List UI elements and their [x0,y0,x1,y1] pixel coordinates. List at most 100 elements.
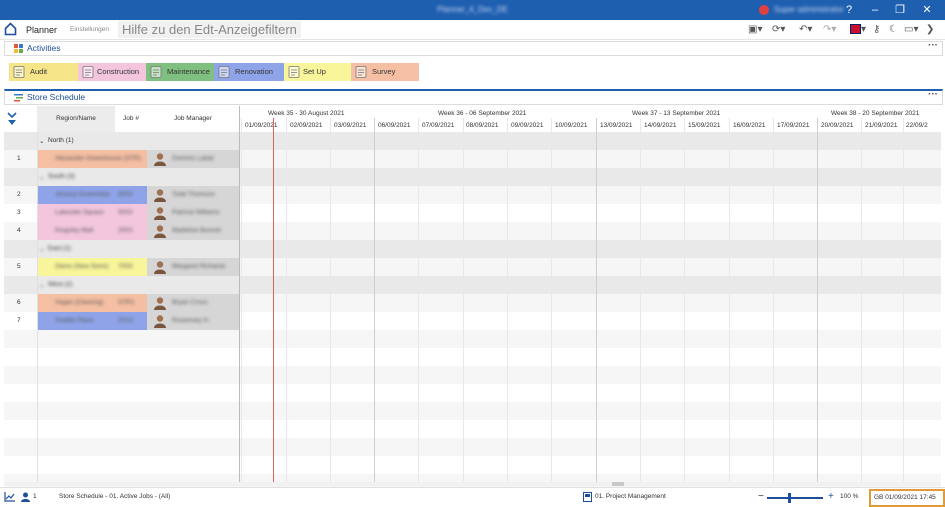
audit-icon [12,65,26,79]
grid-line [640,118,641,482]
user-count: 1 [33,493,37,500]
grid-line [374,118,375,482]
grid-line [817,118,818,482]
help-filter-tooltip: Hilfe zu den Edt-Anzeigefiltern [118,21,301,38]
zoom-slider-track[interactable] [767,497,823,499]
menu-settings[interactable]: Einstellungen [70,26,109,33]
row-manager: Rosemary H. [172,317,210,324]
group-toggle-icon[interactable]: ⌄ [39,173,44,181]
pane-divider[interactable] [239,106,240,484]
legend-set-up[interactable]: Set Up [284,63,351,81]
construction-icon [81,65,95,79]
legend-label: Set Up [303,67,326,76]
survey-icon [354,65,368,79]
row-number: 4 [17,227,21,234]
group-row[interactable] [4,240,941,258]
group-label: West (2) [48,281,73,288]
zoom-out-button[interactable]: − [758,491,764,502]
legend-construction[interactable]: Construction [78,63,146,81]
row-name: Vegas (Clearing) [55,299,104,306]
day-header: 14/09/2021 [644,122,677,129]
group-toggle-icon[interactable]: ⌄ [39,137,44,145]
horizontal-scrollbar-thumb[interactable] [612,482,624,486]
empty-row [4,456,941,474]
row-manager: Bryan Cross [172,299,208,306]
current-view: Store Schedule - 01. Active Jobs - (All) [59,493,171,500]
zoom-slider-thumb[interactable] [788,493,792,503]
day-header: 09/09/2021 [511,122,544,129]
column-header-1[interactable]: Job # [115,106,147,132]
help-icon[interactable]: ? [842,3,856,17]
row-manager: Dominic Labat [172,155,214,162]
key-icon[interactable]: ⚷ [873,23,880,36]
schedule-more-icon[interactable]: ··· [928,89,938,100]
group-toggle-icon[interactable]: ⌄ [39,281,44,289]
row-name: Lakeside Square [55,209,104,216]
display-icon[interactable]: ▭▾ [904,23,918,36]
row-name: Alexander Greenhouse (STR) [55,155,141,162]
day-header: 15/09/2021 [688,122,721,129]
empty-row [4,420,941,438]
day-header: 21/09/2021 [865,122,898,129]
expand-icon[interactable]: ❯ [926,23,934,36]
legend-audit[interactable]: Audit [9,63,78,81]
legend-survey[interactable]: Survey [351,63,419,81]
manager-avatar-icon [154,189,166,202]
day-header: 10/09/2021 [555,122,588,129]
print-icon[interactable]: ▣▾ [748,23,762,36]
week-header: Week 37 - 13 September 2021 [632,110,721,117]
menu-planner[interactable]: Planner [26,25,57,35]
group-row[interactable] [4,276,941,294]
group-row[interactable] [4,132,941,150]
user-avatar[interactable] [759,5,769,15]
manager-avatar-icon [154,207,166,220]
activities-icon [14,44,23,53]
legend-label: Maintenance [167,67,210,76]
row-name: Glens (New Store) [55,263,109,270]
project-icon[interactable] [583,492,592,502]
redo-icon[interactable]: ↷▾ [823,23,836,36]
renovation-icon [217,65,231,79]
day-header: 20/09/2021 [821,122,854,129]
row-name: Seattle Plaza [55,317,94,324]
column-header-2[interactable]: Job Manager [147,106,239,132]
empty-row [4,438,941,456]
manager-avatar-icon [154,225,166,238]
undo-icon[interactable]: ↶▾ [799,23,812,36]
grid-line [729,118,730,482]
horizontal-scrollbar[interactable] [4,482,941,486]
chart-icon[interactable] [4,492,15,502]
activities-more-icon[interactable]: ··· [928,40,938,51]
manager-avatar-icon [154,315,166,328]
legend-maintenance[interactable]: Maintenance [146,63,214,81]
grid-line [241,118,242,482]
activities-title: Activities [27,43,61,53]
week-header: Week 38 - 20 September 2021 [831,110,920,117]
row-manager: Patricia Williams [172,209,220,216]
minimize-button[interactable]: – [868,3,882,17]
menu-bar: Planner Einstellungen Hilfe zu den Edt-A… [0,20,945,40]
refresh-icon[interactable]: ⟳▾ [772,23,785,36]
theme-icon[interactable]: ☾ [889,23,898,36]
row-number: 7 [17,317,21,324]
home-icon[interactable] [4,22,17,36]
week-header: Week 36 - 06 September 2021 [438,110,527,117]
legend-renovation[interactable]: Renovation [214,63,284,81]
legend-label: Construction [97,67,140,76]
column-header-0[interactable]: Region/Name [37,106,115,132]
grid-line [903,118,904,482]
row-job: 5003 [118,209,133,216]
user-icon[interactable] [21,492,30,502]
group-row[interactable] [4,168,941,186]
zoom-in-button[interactable]: + [828,491,834,502]
restore-button[interactable]: ❐ [893,3,907,17]
language-icon[interactable]: ▾ [850,23,866,36]
user-name[interactable]: Super administrator [774,5,844,14]
day-header: 17/09/2021 [777,122,810,129]
grid-line [507,118,508,482]
group-label: East (1) [48,245,71,252]
group-toggle-icon[interactable]: ⌄ [39,245,44,253]
empty-row [4,402,941,420]
close-button[interactable]: ✕ [920,3,934,17]
collapse-all-icon[interactable] [7,112,17,126]
